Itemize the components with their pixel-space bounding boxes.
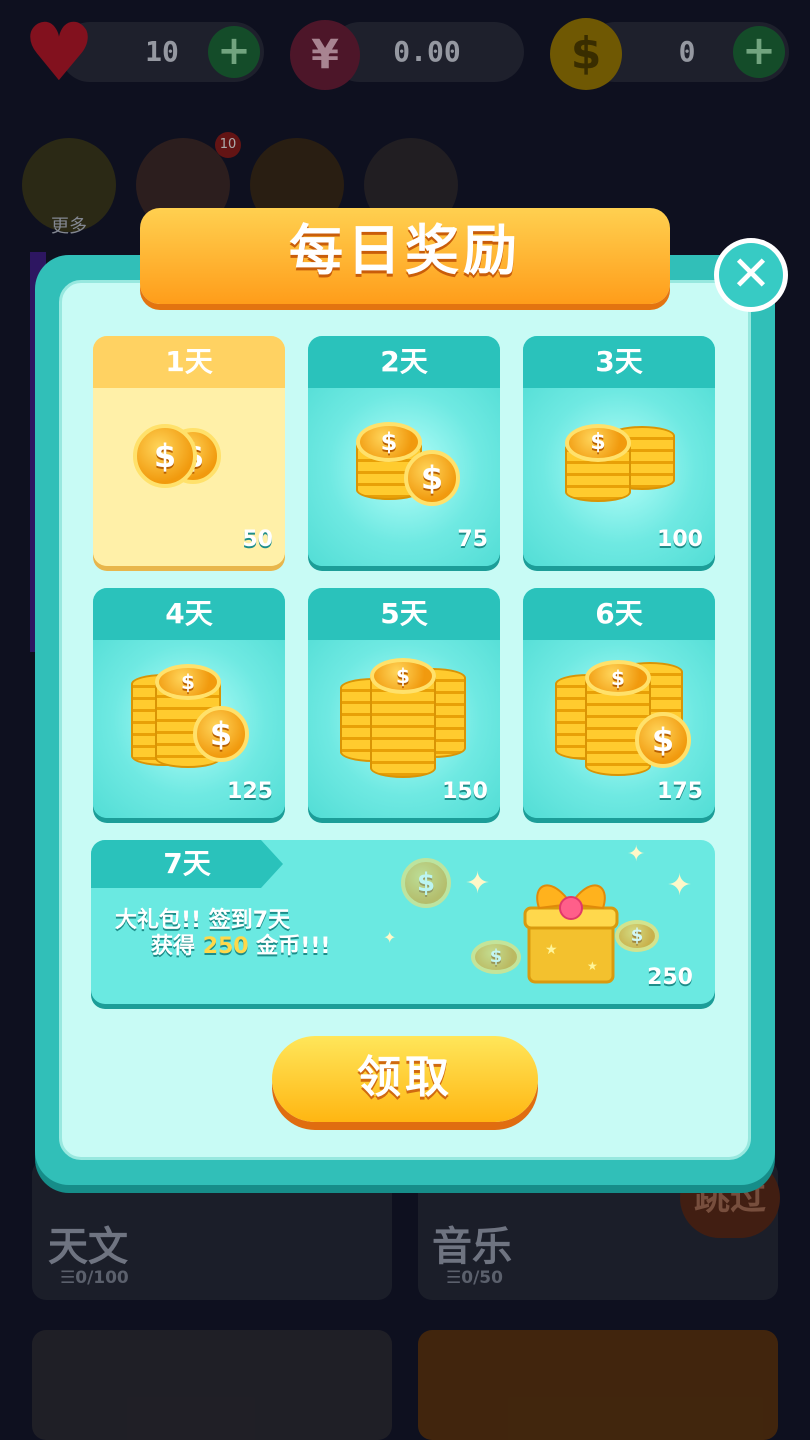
close-icon: ✕ xyxy=(719,243,783,307)
coin-icon: $ xyxy=(133,424,197,488)
day-6-reward[interactable]: 6天 $ $ 175 xyxy=(523,588,715,818)
day-label: 4天 xyxy=(93,588,285,640)
day-3-reward[interactable]: 3天 $ 100 xyxy=(523,336,715,566)
gift-reward-text: 获得 250 金币!!! xyxy=(151,934,331,959)
day-1-reward[interactable]: 1天 $ $ 50 xyxy=(93,336,285,566)
dialog-title: 每日奖励 xyxy=(289,219,521,282)
day-label: 1天 xyxy=(93,336,285,388)
sparkle-icon: ✦ xyxy=(465,866,491,901)
coin-icon: $ xyxy=(635,712,691,768)
claim-label: 领取 xyxy=(357,1052,453,1103)
coin-icon: $ xyxy=(370,658,436,694)
day-7-reward[interactable]: 7天 大礼包!! 签到7天 获得 250 金币!!! $ $ $ ★ ★ ✦ ✦… xyxy=(91,840,715,1004)
reward-amount: 125 xyxy=(227,779,273,804)
coin-icon: $ xyxy=(404,450,460,506)
dialog-title-banner: 每日奖励 xyxy=(140,208,670,304)
coin-icon: $ xyxy=(471,940,521,974)
day-label: 2天 xyxy=(308,336,500,388)
gift-reward-highlight: 250 xyxy=(202,934,249,959)
coin-icon: $ xyxy=(356,422,422,462)
reward-amount: 75 xyxy=(457,527,488,552)
reward-amount: 100 xyxy=(657,527,703,552)
close-button[interactable]: ✕ xyxy=(714,238,788,312)
svg-text:★: ★ xyxy=(587,959,598,973)
gift-box-icon: ★ ★ xyxy=(523,884,619,984)
day-label: 3天 xyxy=(523,336,715,388)
day-label: 5天 xyxy=(308,588,500,640)
day-label: 7天 xyxy=(91,840,283,888)
svg-text:★: ★ xyxy=(545,942,558,958)
coin-icon: $ xyxy=(585,660,651,696)
day-2-reward[interactable]: 2天 $ $ 75 xyxy=(308,336,500,566)
sparkle-icon: ✦ xyxy=(383,928,397,947)
reward-amount: 150 xyxy=(442,779,488,804)
sparkle-icon: ✦ xyxy=(667,868,693,903)
day-label: 6天 xyxy=(523,588,715,640)
day-4-reward[interactable]: 4天 $ $ 125 xyxy=(93,588,285,818)
claim-button[interactable]: 领取 xyxy=(272,1036,538,1122)
coin-icon: $ xyxy=(155,664,221,700)
reward-amount: 175 xyxy=(657,779,703,804)
coin-icon: $ xyxy=(401,858,451,908)
sparkle-icon: ✦ xyxy=(627,842,646,867)
day-5-reward[interactable]: 5天 $ 150 xyxy=(308,588,500,818)
reward-amount: 50 xyxy=(242,527,273,552)
coin-icon: $ xyxy=(565,424,631,462)
coin-icon: $ xyxy=(193,706,249,762)
coin-icon: $ xyxy=(615,920,659,952)
reward-amount: 250 xyxy=(647,965,693,990)
